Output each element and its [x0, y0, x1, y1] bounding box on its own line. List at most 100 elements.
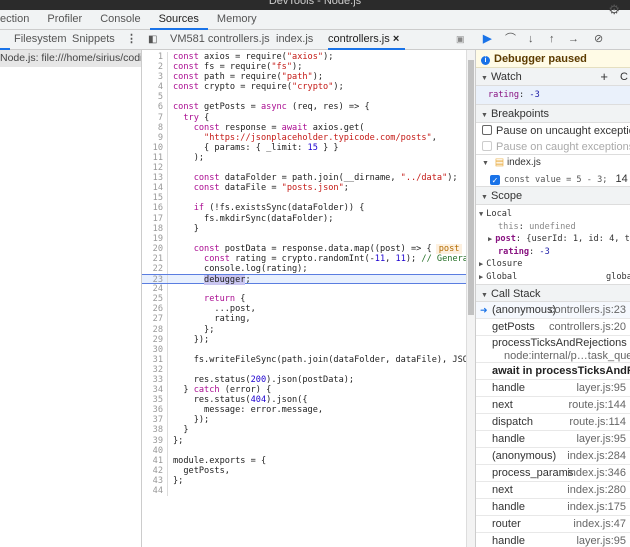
code-line[interactable]: 8 const response = await axios.get( [142, 122, 467, 133]
line-number[interactable]: 30 [142, 344, 168, 355]
code-line[interactable]: 15 [142, 193, 467, 204]
close-tab-icon[interactable]: × [393, 33, 399, 45]
code-line[interactable]: 24 [142, 284, 467, 295]
code-line[interactable]: 27 rating, [142, 314, 467, 325]
code-line[interactable]: 22 console.log(rating); [142, 263, 467, 275]
pause-caught-checkbox[interactable] [482, 141, 492, 151]
line-number[interactable]: 37 [142, 415, 168, 426]
code-line[interactable]: 5 [142, 92, 467, 103]
line-number[interactable]: 6 [142, 102, 168, 113]
settings-gear-icon[interactable]: ⚙ [608, 2, 620, 18]
step-over-icon[interactable]: ⌒ [505, 30, 516, 50]
code-line[interactable]: 12 [142, 163, 467, 174]
line-number[interactable]: 31 [142, 354, 168, 365]
code-line[interactable]: 37 }); [142, 415, 467, 426]
breakpoints-header[interactable]: ▼ Breakpoints [476, 105, 630, 123]
line-number[interactable]: 1 [142, 52, 168, 63]
panel-tab-sources[interactable]: Sources [149, 10, 208, 30]
code-line[interactable]: 2 const fs = require("fs"); [142, 62, 467, 73]
panel-tab-memory[interactable]: Memory [208, 10, 266, 30]
call-frame[interactable]: dispatch route.js:114 [476, 414, 630, 431]
code-line[interactable]: 13 const dataFolder = path.join(__dirnam… [142, 173, 467, 184]
breakpoint-checkbox[interactable]: ✓ [490, 175, 500, 185]
step-icon[interactable]: → [568, 30, 579, 50]
resume-icon[interactable]: ▶︎ [483, 30, 491, 50]
step-into-icon[interactable]: ↓ [528, 30, 534, 50]
scope-global[interactable]: ▶Globalglobal [479, 271, 630, 284]
call-frame[interactable]: next index.js:280 [476, 482, 630, 499]
call-frame[interactable]: await in processTicksAndRe… [476, 363, 630, 380]
code-line[interactable]: 21 const rating = crypto.randomInt(-11, … [142, 253, 467, 264]
line-number[interactable]: 32 [142, 364, 168, 375]
refresh-watch-icon[interactable]: C [620, 68, 628, 86]
editor-tab-index[interactable]: index.js [276, 30, 313, 50]
line-number[interactable]: 40 [142, 445, 168, 456]
code-line[interactable]: 28 }; [142, 324, 467, 335]
line-number[interactable]: 34 [142, 385, 168, 396]
editor-tab-vm581[interactable]: VM581 controllers.js [170, 30, 270, 50]
line-number[interactable]: 43 [142, 475, 168, 487]
line-number[interactable]: 33 [142, 375, 168, 386]
navigator-item-node[interactable]: Node.js: file:///home/sirius/coding/a [0, 50, 141, 67]
call-frame[interactable]: getPosts controllers.js:20 [476, 319, 630, 336]
code-line[interactable]: 40 [142, 445, 467, 456]
code-line[interactable]: 6 const getPosts = async (req, res) => { [142, 102, 467, 113]
line-number[interactable]: 35 [142, 395, 168, 406]
code-line[interactable]: 1 const axios = require("axios"); [142, 52, 467, 63]
call-frame[interactable]: router index.js:47 [476, 516, 630, 533]
line-number[interactable]: 27 [142, 314, 168, 325]
line-number[interactable]: 9 [142, 132, 168, 143]
line-number[interactable]: 42 [142, 465, 168, 476]
code-line[interactable]: 33 res.status(200).json(postData); [142, 375, 467, 386]
line-number[interactable]: 5 [142, 92, 168, 103]
code-line[interactable]: 30 [142, 344, 467, 355]
breakpoint-item[interactable]: ✓ const value = 5 - 3; 14 [476, 171, 630, 187]
line-number[interactable]: 44 [142, 486, 168, 497]
call-frame[interactable]: process_params index.js:346 [476, 465, 630, 482]
watch-header[interactable]: ▼ Watch + C [476, 68, 630, 86]
code-line[interactable]: 11 ); [142, 152, 467, 164]
code-line[interactable]: 16 if (!fs.existsSync(dataFolder)) { [142, 203, 467, 214]
code-line[interactable]: 4 const crypto = require("crypto"); [142, 82, 467, 93]
panel-tab-profiler[interactable]: Profiler [38, 10, 91, 30]
line-number[interactable]: 20 [142, 243, 168, 254]
line-number[interactable]: 29 [142, 334, 168, 345]
call-frame[interactable]: processTicksAndRejections node:internal/p… [476, 336, 630, 363]
code-line[interactable]: 31 fs.writeFileSync(path.join(dataFolder… [142, 354, 467, 365]
call-frame[interactable]: handle layer.js:95 [476, 431, 630, 448]
code-line[interactable]: 38 } [142, 425, 467, 436]
code-line[interactable]: 18 } [142, 223, 467, 234]
line-number[interactable]: 2 [142, 62, 168, 73]
navigator-tab-snippets[interactable]: Snippets [72, 30, 115, 50]
code-line[interactable]: 32 [142, 364, 467, 375]
deactivate-breakpoints-icon[interactable]: ⊘ [594, 30, 603, 50]
call-frame[interactable]: handle index.js:175 [476, 499, 630, 516]
line-number[interactable]: 10 [142, 142, 168, 153]
code-line[interactable]: 42 getPosts, [142, 465, 467, 476]
line-number[interactable]: 17 [142, 213, 168, 224]
line-number[interactable]: 14 [142, 183, 168, 194]
code-line[interactable]: 19 [142, 233, 467, 244]
line-number[interactable]: 13 [142, 173, 168, 184]
line-number[interactable]: 19 [142, 233, 168, 244]
pause-uncaught-checkbox[interactable] [482, 125, 492, 135]
scope-closure[interactable]: ▶ Closure [479, 258, 630, 271]
line-number[interactable]: 36 [142, 405, 168, 416]
line-number[interactable]: 4 [142, 82, 168, 93]
code-line[interactable]: 36 message: error.message, [142, 405, 467, 416]
code-line[interactable]: 7 try { [142, 112, 467, 123]
code-line[interactable]: 34 } catch (error) { [142, 385, 467, 396]
more-options-icon[interactable]: ⋮ [126, 30, 137, 50]
toggle-navigator-icon[interactable]: ◧ [148, 30, 157, 50]
code-line[interactable]: 41 module.exports = { [142, 455, 467, 466]
line-number[interactable]: 25 [142, 294, 168, 305]
line-number[interactable]: 41 [142, 455, 168, 466]
code-line[interactable]: 14 const dataFile = "posts.json"; [142, 183, 467, 194]
navigator-tab-filesystem[interactable]: Filesystem [14, 30, 67, 50]
code-editor[interactable]: 1 const axios = require("axios"); 2 const f… [142, 50, 467, 547]
scope-local[interactable]: ▼ Local [479, 208, 630, 221]
call-frame[interactable]: handle layer.js:95 [476, 380, 630, 397]
line-number[interactable]: 22 [142, 263, 168, 275]
panel-tab-console[interactable]: Console [91, 10, 149, 30]
pause-caught-option[interactable]: Pause on caught exceptions [476, 139, 630, 155]
